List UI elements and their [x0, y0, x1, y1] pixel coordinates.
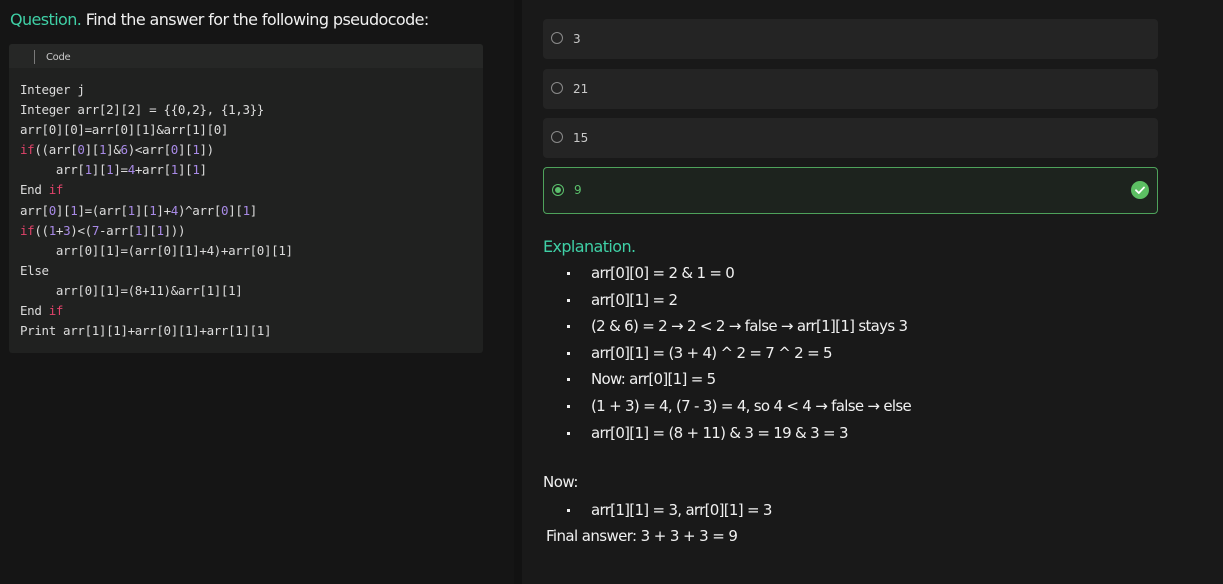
- option-label: 15: [573, 131, 589, 145]
- bullet-icon: [567, 272, 570, 275]
- final-answer: Final answer: 3 + 3 + 3 = 9: [546, 527, 738, 545]
- code-line: Integer j: [20, 82, 85, 97]
- question-label: Question.: [10, 10, 82, 29]
- radio-icon[interactable]: [552, 184, 564, 196]
- code-line: arr[0][1]=(arr[1][1]+4)^arr[0][1]: [20, 202, 257, 218]
- radio-icon[interactable]: [551, 82, 563, 94]
- check-circle-icon: [1131, 181, 1149, 199]
- bullet-icon: [567, 509, 570, 512]
- step-text: arr[0][1] = (8 + 11) & 3 = 19 & 3 = 3: [591, 423, 848, 442]
- option-3[interactable]: 3: [543, 19, 1158, 59]
- code-header-label: Code: [46, 52, 71, 63]
- option-label: 3: [573, 32, 581, 46]
- code-line: arr[0][0]=arr[0][1]&arr[1][0]: [20, 122, 229, 138]
- step-text: arr[0][1] = 2: [591, 290, 678, 309]
- bullet-icon: [567, 378, 570, 382]
- step-text: (1 + 3) = 4, (7 - 3) = 4, so 4 < 4 → fal…: [591, 396, 912, 415]
- code-lines: Integer j Integer arr[2][2] = {{0,2}, {1,…: [20, 80, 293, 341]
- bullet-icon: [567, 351, 570, 355]
- option-9[interactable]: 9: [543, 167, 1158, 214]
- explanation-title: Explanation.: [543, 237, 636, 256]
- step-text: arr[1][1] = 3, arr[0][1] = 3: [591, 501, 772, 519]
- code-line: arr[0][1]=(arr[0][1]+4)+arr[0][1]: [20, 242, 293, 258]
- step-text: Now: arr[0][1] = 5: [591, 370, 716, 389]
- code-line: End if: [20, 182, 64, 198]
- code-line: arr[0][1]=(8+11)&arr[1][1]: [20, 282, 243, 298]
- now-label: Now:: [543, 473, 578, 491]
- code-header-divider: [34, 50, 35, 64]
- bullet-icon: [567, 431, 570, 435]
- option-15[interactable]: 15: [543, 118, 1158, 158]
- question-heading: Question. Find the answer for the follow…: [10, 10, 429, 29]
- bullet-icon: [567, 298, 570, 302]
- question-panel: Question. Find the answer for the follow…: [0, 0, 514, 584]
- code-line: Integer arr[2][2] = {{0,2}, {1,3}}: [20, 102, 264, 118]
- bullet-icon: [567, 404, 570, 408]
- code-line: arr[1][1]=4+arr[1][1]: [20, 162, 207, 178]
- panel-divider[interactable]: [514, 0, 1031, 584]
- option-label: 21: [573, 82, 589, 96]
- step-text: arr[0][1] = (3 + 4) ^ 2 = 7 ^ 2 = 5: [591, 343, 833, 362]
- code-line: Print arr[1][1]+arr[0][1]+arr[1][1]: [20, 323, 272, 339]
- bullet-icon: [567, 325, 570, 329]
- code-block: Code Integer j Integer arr[2][2] = {{0,2}…: [9, 44, 483, 353]
- question-text: Find the answer for the following pseudo…: [85, 10, 430, 29]
- code-line: Else: [20, 262, 49, 278]
- code-line: End if: [20, 303, 64, 319]
- option-label: 9: [574, 183, 582, 197]
- option-21[interactable]: 21: [543, 69, 1158, 109]
- radio-icon[interactable]: [551, 131, 563, 143]
- step-text: (2 & 6) = 2 → 2 < 2 → false → arr[1][1] …: [591, 317, 908, 336]
- code-header: Code: [9, 44, 483, 68]
- step-text: arr[0][0] = 2 & 1 = 0: [591, 264, 735, 282]
- radio-icon[interactable]: [551, 32, 563, 44]
- code-line: if((1+3)<(7-arr[1][1])): [20, 222, 186, 238]
- code-line: if((arr[0][1]&6)<arr[0][1]): [20, 142, 214, 158]
